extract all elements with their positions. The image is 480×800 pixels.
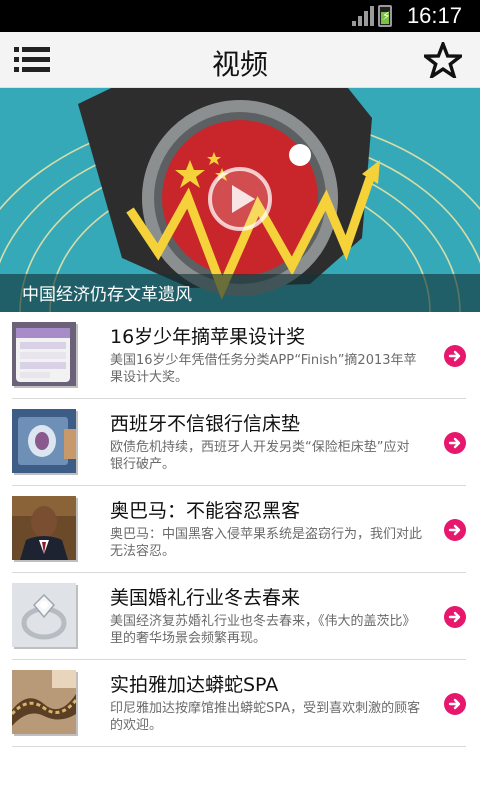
video-headline: 实拍雅加达蟒蛇SPA xyxy=(110,674,279,696)
list-item[interactable]: 实拍雅加达蟒蛇SPA 印尼雅加达按摩馆推出蟒蛇SPA，受到喜欢刺激的顾客的欢迎。 xyxy=(0,660,480,747)
divider xyxy=(12,746,466,747)
chevron-right-icon[interactable] xyxy=(444,345,466,367)
featured-caption-bar: 中国经济仍存文革遗风 xyxy=(0,274,480,312)
list-item[interactable]: 美国婚礼行业冬去春来 美国经济复苏婚礼行业也冬去春来，《伟大的盖茨比》里的奢华场… xyxy=(0,573,480,660)
featured-video[interactable]: 中国经济仍存文革遗风 xyxy=(0,88,480,312)
status-bar: ⚡ 16:17 xyxy=(0,0,480,32)
video-summary: 美国16岁少年凭借任务分类APP“Finish”摘2013年苹果设计大奖。 xyxy=(110,353,417,385)
list-item[interactable]: 西班牙不信银行信床垫 欧债危机持续，西班牙人开发另类“保险柜床垫”应对银行破产。 xyxy=(0,399,480,486)
video-summary: 印尼雅加达按摩馆推出蟒蛇SPA，受到喜欢刺激的顾客的欢迎。 xyxy=(110,701,421,733)
status-time: 16:17 xyxy=(406,3,462,28)
battery-charging-icon: ⚡ xyxy=(378,5,392,27)
featured-caption: 中国经济仍存文革遗风 xyxy=(22,285,192,305)
video-thumbnail xyxy=(12,409,76,473)
video-headline: 西班牙不信银行信床垫 xyxy=(110,413,301,435)
video-headline: 16岁少年摘苹果设计奖 xyxy=(110,326,306,348)
chevron-right-icon[interactable] xyxy=(444,519,466,541)
play-icon[interactable] xyxy=(205,164,275,234)
star-outline-icon[interactable] xyxy=(424,42,462,78)
video-thumbnail xyxy=(12,322,76,386)
page-title: 视频 xyxy=(211,48,268,81)
video-summary: 欧债危机持续，西班牙人开发另类“保险柜床垫”应对银行破产。 xyxy=(110,440,410,472)
video-thumbnail xyxy=(12,583,76,647)
list-item[interactable]: 奥巴马：不能容忍黑客 奥巴马：中国黑客入侵苹果系统是盗窃行为，我们对此无法容忍。 xyxy=(0,486,480,573)
chevron-right-icon[interactable] xyxy=(444,606,466,628)
chevron-right-icon[interactable] xyxy=(444,432,466,454)
video-thumbnail xyxy=(12,670,76,734)
video-summary: 奥巴马：中国黑客入侵苹果系统是盗窃行为，我们对此无法容忍。 xyxy=(110,527,423,559)
signal-bars-icon xyxy=(352,6,374,26)
app-bar: 视频 xyxy=(0,32,480,88)
video-list: 16岁少年摘苹果设计奖 美国16岁少年凭借任务分类APP“Finish”摘201… xyxy=(0,312,480,747)
list-item[interactable]: 16岁少年摘苹果设计奖 美国16岁少年凭借任务分类APP“Finish”摘201… xyxy=(0,312,480,399)
video-headline: 美国婚礼行业冬去春来 xyxy=(110,587,301,609)
video-headline: 奥巴马：不能容忍黑客 xyxy=(110,500,301,522)
video-summary: 美国经济复苏婚礼行业也冬去春来，《伟大的盖茨比》里的奢华场景会频繁再现。 xyxy=(110,614,416,646)
chevron-right-icon[interactable] xyxy=(444,693,466,715)
video-thumbnail xyxy=(12,496,76,560)
